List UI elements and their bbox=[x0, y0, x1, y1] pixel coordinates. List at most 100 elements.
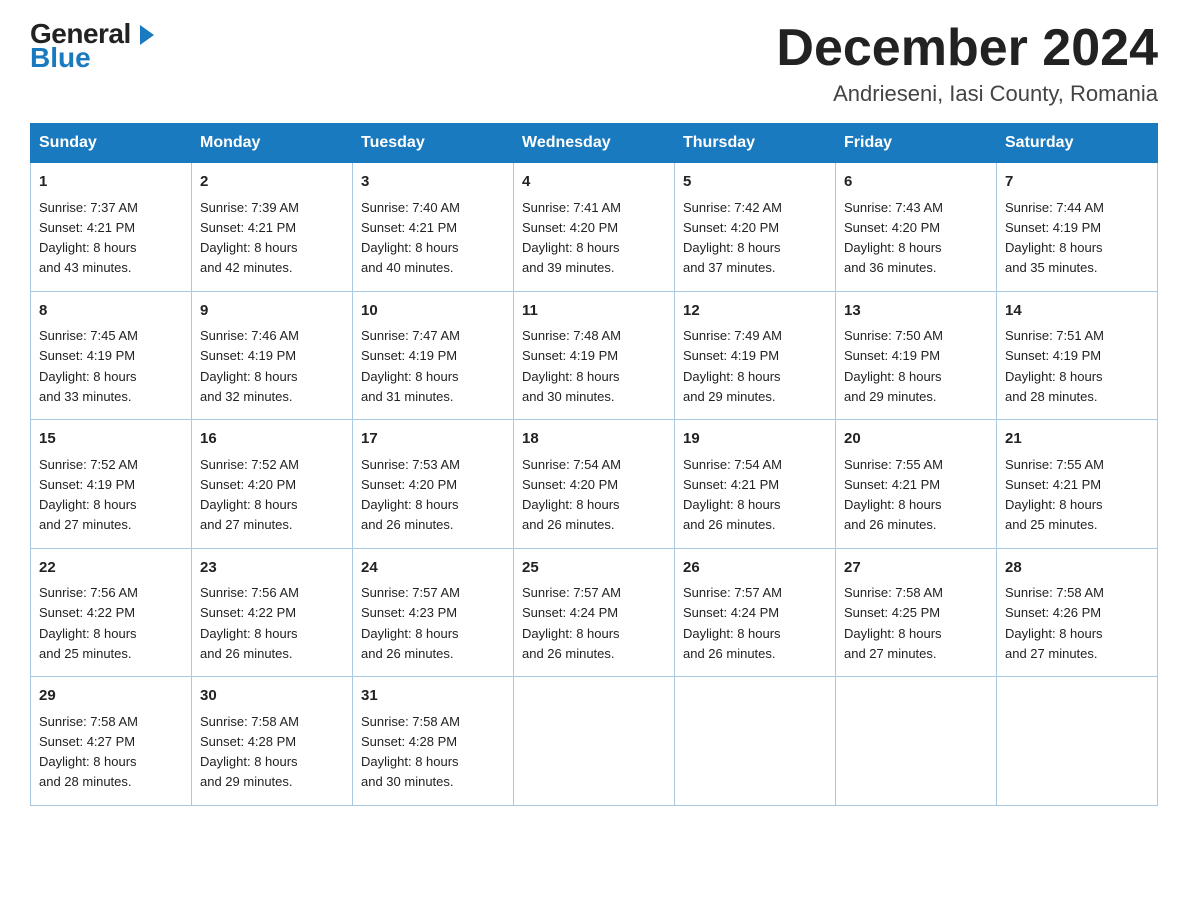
day-info: Sunrise: 7:50 AM Sunset: 4:19 PM Dayligh… bbox=[844, 328, 943, 404]
calendar-cell: 20 Sunrise: 7:55 AM Sunset: 4:21 PM Dayl… bbox=[836, 420, 997, 549]
day-number: 28 bbox=[1005, 557, 1149, 580]
day-number: 20 bbox=[844, 428, 988, 451]
calendar-cell: 1 Sunrise: 7:37 AM Sunset: 4:21 PM Dayli… bbox=[31, 163, 192, 292]
day-info: Sunrise: 7:58 AM Sunset: 4:25 PM Dayligh… bbox=[844, 585, 943, 661]
calendar-cell: 27 Sunrise: 7:58 AM Sunset: 4:25 PM Dayl… bbox=[836, 548, 997, 677]
day-number: 25 bbox=[522, 557, 666, 580]
calendar-cell bbox=[997, 677, 1158, 806]
day-info: Sunrise: 7:55 AM Sunset: 4:21 PM Dayligh… bbox=[844, 457, 943, 533]
column-header-wednesday: Wednesday bbox=[514, 124, 675, 163]
day-number: 12 bbox=[683, 300, 827, 323]
day-info: Sunrise: 7:56 AM Sunset: 4:22 PM Dayligh… bbox=[39, 585, 138, 661]
column-header-tuesday: Tuesday bbox=[353, 124, 514, 163]
day-number: 8 bbox=[39, 300, 183, 323]
calendar-cell bbox=[514, 677, 675, 806]
calendar-cell: 12 Sunrise: 7:49 AM Sunset: 4:19 PM Dayl… bbox=[675, 291, 836, 420]
day-number: 4 bbox=[522, 171, 666, 194]
calendar-cell: 16 Sunrise: 7:52 AM Sunset: 4:20 PM Dayl… bbox=[192, 420, 353, 549]
day-number: 19 bbox=[683, 428, 827, 451]
day-info: Sunrise: 7:49 AM Sunset: 4:19 PM Dayligh… bbox=[683, 328, 782, 404]
calendar-cell: 26 Sunrise: 7:57 AM Sunset: 4:24 PM Dayl… bbox=[675, 548, 836, 677]
calendar-cell: 25 Sunrise: 7:57 AM Sunset: 4:24 PM Dayl… bbox=[514, 548, 675, 677]
day-info: Sunrise: 7:45 AM Sunset: 4:19 PM Dayligh… bbox=[39, 328, 138, 404]
day-info: Sunrise: 7:57 AM Sunset: 4:24 PM Dayligh… bbox=[522, 585, 621, 661]
calendar-cell: 14 Sunrise: 7:51 AM Sunset: 4:19 PM Dayl… bbox=[997, 291, 1158, 420]
calendar-cell: 24 Sunrise: 7:57 AM Sunset: 4:23 PM Dayl… bbox=[353, 548, 514, 677]
logo-block: General Blue bbox=[30, 20, 154, 72]
day-info: Sunrise: 7:52 AM Sunset: 4:20 PM Dayligh… bbox=[200, 457, 299, 533]
day-info: Sunrise: 7:52 AM Sunset: 4:19 PM Dayligh… bbox=[39, 457, 138, 533]
calendar-cell: 9 Sunrise: 7:46 AM Sunset: 4:19 PM Dayli… bbox=[192, 291, 353, 420]
calendar-header-row: SundayMondayTuesdayWednesdayThursdayFrid… bbox=[31, 124, 1158, 163]
calendar-cell: 2 Sunrise: 7:39 AM Sunset: 4:21 PM Dayli… bbox=[192, 163, 353, 292]
day-number: 7 bbox=[1005, 171, 1149, 194]
calendar-cell: 13 Sunrise: 7:50 AM Sunset: 4:19 PM Dayl… bbox=[836, 291, 997, 420]
day-number: 3 bbox=[361, 171, 505, 194]
day-info: Sunrise: 7:56 AM Sunset: 4:22 PM Dayligh… bbox=[200, 585, 299, 661]
calendar-cell: 11 Sunrise: 7:48 AM Sunset: 4:19 PM Dayl… bbox=[514, 291, 675, 420]
day-number: 30 bbox=[200, 685, 344, 708]
calendar-cell bbox=[836, 677, 997, 806]
day-info: Sunrise: 7:48 AM Sunset: 4:19 PM Dayligh… bbox=[522, 328, 621, 404]
calendar-cell bbox=[675, 677, 836, 806]
day-number: 24 bbox=[361, 557, 505, 580]
column-header-friday: Friday bbox=[836, 124, 997, 163]
calendar-cell: 15 Sunrise: 7:52 AM Sunset: 4:19 PM Dayl… bbox=[31, 420, 192, 549]
day-info: Sunrise: 7:37 AM Sunset: 4:21 PM Dayligh… bbox=[39, 200, 138, 276]
day-number: 14 bbox=[1005, 300, 1149, 323]
calendar-cell: 8 Sunrise: 7:45 AM Sunset: 4:19 PM Dayli… bbox=[31, 291, 192, 420]
calendar-cell: 7 Sunrise: 7:44 AM Sunset: 4:19 PM Dayli… bbox=[997, 163, 1158, 292]
column-header-monday: Monday bbox=[192, 124, 353, 163]
day-number: 18 bbox=[522, 428, 666, 451]
day-number: 23 bbox=[200, 557, 344, 580]
month-title: December 2024 bbox=[776, 20, 1158, 77]
calendar-week-row: 8 Sunrise: 7:45 AM Sunset: 4:19 PM Dayli… bbox=[31, 291, 1158, 420]
day-number: 2 bbox=[200, 171, 344, 194]
logo-blue-text: Blue bbox=[30, 44, 91, 72]
calendar-cell: 5 Sunrise: 7:42 AM Sunset: 4:20 PM Dayli… bbox=[675, 163, 836, 292]
day-info: Sunrise: 7:42 AM Sunset: 4:20 PM Dayligh… bbox=[683, 200, 782, 276]
day-info: Sunrise: 7:51 AM Sunset: 4:19 PM Dayligh… bbox=[1005, 328, 1104, 404]
day-number: 10 bbox=[361, 300, 505, 323]
calendar-cell: 18 Sunrise: 7:54 AM Sunset: 4:20 PM Dayl… bbox=[514, 420, 675, 549]
day-number: 26 bbox=[683, 557, 827, 580]
calendar-cell: 10 Sunrise: 7:47 AM Sunset: 4:19 PM Dayl… bbox=[353, 291, 514, 420]
calendar-cell: 6 Sunrise: 7:43 AM Sunset: 4:20 PM Dayli… bbox=[836, 163, 997, 292]
day-info: Sunrise: 7:39 AM Sunset: 4:21 PM Dayligh… bbox=[200, 200, 299, 276]
title-block: December 2024 Andrieseni, Iasi County, R… bbox=[776, 20, 1158, 107]
day-number: 27 bbox=[844, 557, 988, 580]
location-title: Andrieseni, Iasi County, Romania bbox=[776, 81, 1158, 107]
day-number: 31 bbox=[361, 685, 505, 708]
day-number: 6 bbox=[844, 171, 988, 194]
day-info: Sunrise: 7:47 AM Sunset: 4:19 PM Dayligh… bbox=[361, 328, 460, 404]
logo: General Blue bbox=[30, 20, 154, 72]
calendar-cell: 21 Sunrise: 7:55 AM Sunset: 4:21 PM Dayl… bbox=[997, 420, 1158, 549]
day-info: Sunrise: 7:41 AM Sunset: 4:20 PM Dayligh… bbox=[522, 200, 621, 276]
day-info: Sunrise: 7:57 AM Sunset: 4:23 PM Dayligh… bbox=[361, 585, 460, 661]
calendar-cell: 4 Sunrise: 7:41 AM Sunset: 4:20 PM Dayli… bbox=[514, 163, 675, 292]
column-header-thursday: Thursday bbox=[675, 124, 836, 163]
page-header: General Blue December 2024 Andrieseni, I… bbox=[30, 20, 1158, 107]
calendar-cell: 23 Sunrise: 7:56 AM Sunset: 4:22 PM Dayl… bbox=[192, 548, 353, 677]
calendar-cell: 3 Sunrise: 7:40 AM Sunset: 4:21 PM Dayli… bbox=[353, 163, 514, 292]
calendar-week-row: 22 Sunrise: 7:56 AM Sunset: 4:22 PM Dayl… bbox=[31, 548, 1158, 677]
day-info: Sunrise: 7:53 AM Sunset: 4:20 PM Dayligh… bbox=[361, 457, 460, 533]
day-number: 29 bbox=[39, 685, 183, 708]
day-info: Sunrise: 7:58 AM Sunset: 4:27 PM Dayligh… bbox=[39, 714, 138, 790]
day-number: 15 bbox=[39, 428, 183, 451]
day-number: 9 bbox=[200, 300, 344, 323]
column-header-saturday: Saturday bbox=[997, 124, 1158, 163]
day-info: Sunrise: 7:58 AM Sunset: 4:26 PM Dayligh… bbox=[1005, 585, 1104, 661]
day-info: Sunrise: 7:43 AM Sunset: 4:20 PM Dayligh… bbox=[844, 200, 943, 276]
calendar-cell: 28 Sunrise: 7:58 AM Sunset: 4:26 PM Dayl… bbox=[997, 548, 1158, 677]
calendar-cell: 17 Sunrise: 7:53 AM Sunset: 4:20 PM Dayl… bbox=[353, 420, 514, 549]
day-number: 17 bbox=[361, 428, 505, 451]
calendar-cell: 29 Sunrise: 7:58 AM Sunset: 4:27 PM Dayl… bbox=[31, 677, 192, 806]
day-number: 1 bbox=[39, 171, 183, 194]
calendar-cell: 22 Sunrise: 7:56 AM Sunset: 4:22 PM Dayl… bbox=[31, 548, 192, 677]
calendar-week-row: 29 Sunrise: 7:58 AM Sunset: 4:27 PM Dayl… bbox=[31, 677, 1158, 806]
day-info: Sunrise: 7:57 AM Sunset: 4:24 PM Dayligh… bbox=[683, 585, 782, 661]
column-header-sunday: Sunday bbox=[31, 124, 192, 163]
day-info: Sunrise: 7:58 AM Sunset: 4:28 PM Dayligh… bbox=[200, 714, 299, 790]
day-info: Sunrise: 7:54 AM Sunset: 4:20 PM Dayligh… bbox=[522, 457, 621, 533]
